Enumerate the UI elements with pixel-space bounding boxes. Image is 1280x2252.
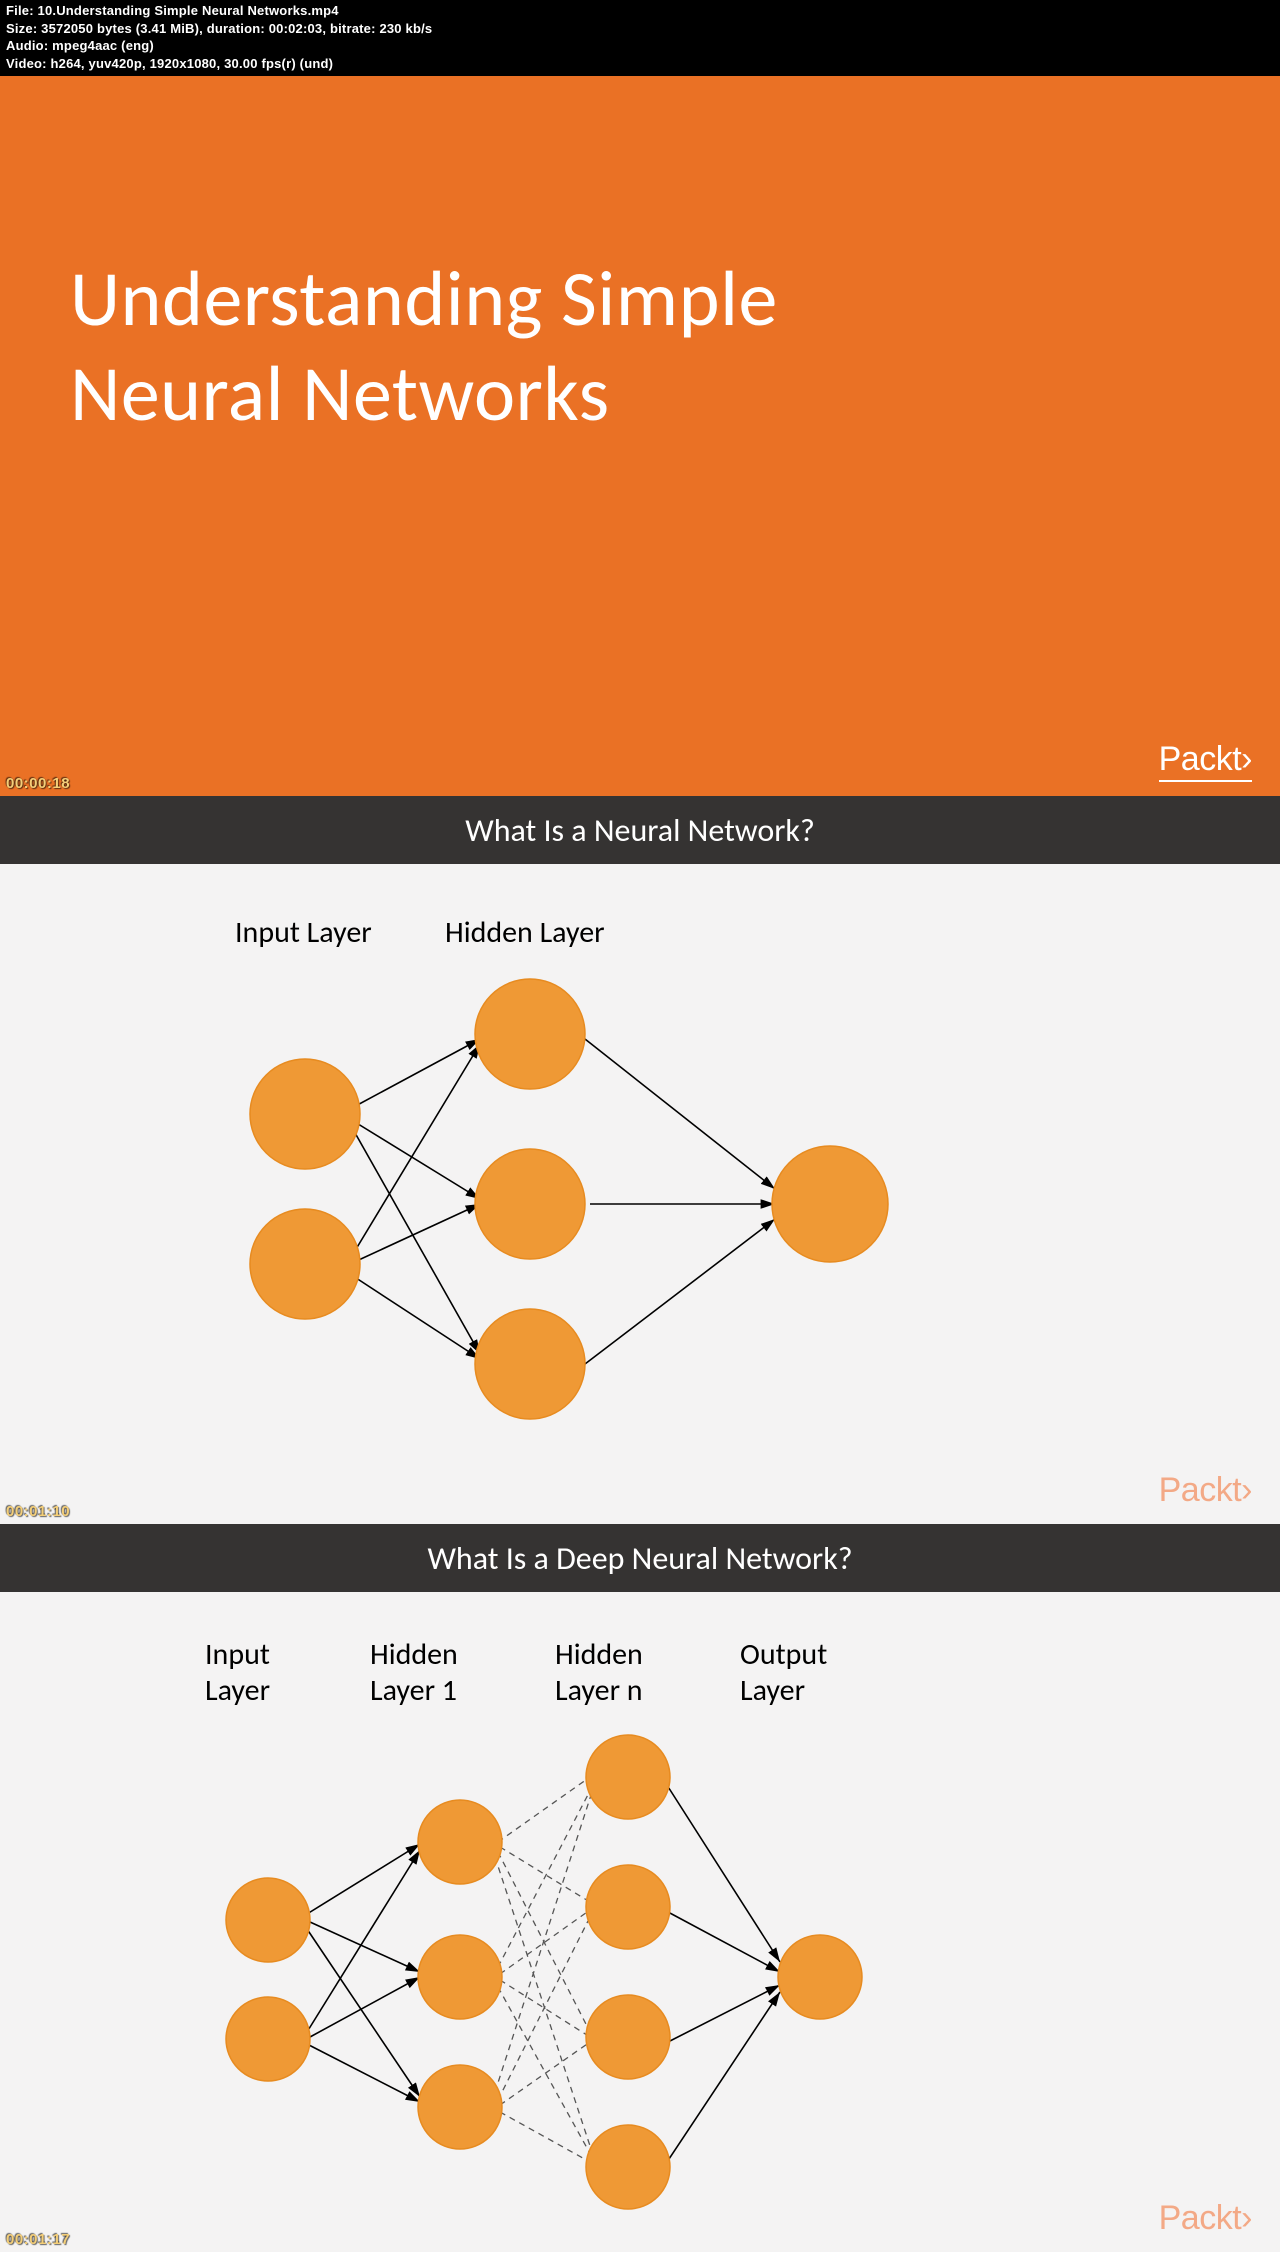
section2-text: What Is a Deep Neural Network? — [427, 1539, 852, 1578]
edge — [350, 1204, 480, 1264]
hidden1-node — [418, 1800, 502, 1884]
meta-file: File: 10.Understanding Simple Neural Net… — [6, 2, 1274, 20]
hidden-node — [475, 1309, 585, 1419]
edge — [307, 1844, 420, 1914]
packt-text: Packt — [1159, 740, 1242, 778]
edge-dashed — [500, 2042, 590, 2105]
edge-dashed — [498, 1917, 590, 2100]
label-input-l1: Input — [205, 1636, 270, 1673]
packt-logo: Packt› — [1159, 1471, 1252, 1510]
edge-dashed — [498, 1777, 590, 1842]
input-node — [250, 1059, 360, 1169]
title-line2: Neural Networks — [70, 346, 610, 441]
edge — [350, 1039, 480, 1109]
edge — [310, 1922, 420, 1972]
packt-text: Packt — [1159, 2199, 1242, 2237]
section-heading-1: What Is a Neural Network? — [0, 796, 1280, 864]
edge — [585, 1219, 775, 1364]
edge — [350, 1274, 480, 1359]
title-line1: Understanding Simple — [70, 251, 778, 346]
label-h1-l1: Hidden — [370, 1636, 458, 1673]
packt-glyph: › — [1241, 740, 1252, 778]
edge — [665, 1782, 780, 1962]
simple-nn-diagram: Input Layer Hidden Layer Packt› 00:01:10 — [0, 864, 1280, 1524]
label-input-layer: Input Layer — [235, 914, 372, 951]
hidden-node — [475, 979, 585, 1089]
hiddenn-node — [586, 2125, 670, 2209]
edge — [350, 1044, 480, 1259]
timestamp-3: 00:01:17 — [6, 2231, 70, 2248]
deep-nn-svg: Input Layer Hidden Layer 1 Hidden Layer … — [0, 1592, 1280, 2252]
meta-size: Size: 3572050 bytes (3.41 MiB), duration… — [6, 20, 1274, 38]
label-out-l2: Layer — [740, 1672, 805, 1709]
label-hidden-layer: Hidden Layer — [445, 914, 605, 951]
hiddenn-node — [586, 1865, 670, 1949]
hidden-node — [475, 1149, 585, 1259]
title-slide: Understanding Simple Neural Networks Pac… — [0, 76, 1280, 796]
section1-text: What Is a Neural Network? — [465, 811, 815, 850]
hidden1-node — [418, 1935, 502, 2019]
edge-dashed — [495, 1857, 592, 2152]
packt-glyph: › — [1241, 2199, 1252, 2237]
edge-dashed — [500, 2112, 590, 2162]
label-input-l2: Layer — [205, 1672, 270, 1709]
label-hn-l1: Hidden — [555, 1636, 643, 1673]
slide-title-text: Understanding Simple Neural Networks — [0, 76, 1280, 441]
input-node — [226, 1997, 310, 2081]
edge — [665, 1992, 780, 2165]
edge — [668, 1912, 780, 1972]
output-node — [772, 1146, 888, 1262]
meta-audio: Audio: mpeg4aac (eng) — [6, 37, 1274, 55]
file-metadata-bar: File: 10.Understanding Simple Neural Net… — [0, 0, 1280, 76]
label-h1-l2: Layer 1 — [370, 1672, 457, 1709]
packt-logo: Packt› — [1159, 2199, 1252, 2238]
meta-video: Video: h264, yuv420p, 1920x1080, 30.00 f… — [6, 55, 1274, 73]
label-out-l1: Output — [740, 1636, 827, 1673]
edge-dashed — [498, 1987, 592, 2157]
timestamp-2: 00:01:10 — [6, 1503, 70, 1520]
deep-nn-diagram: Input Layer Hidden Layer 1 Hidden Layer … — [0, 1592, 1280, 2252]
packt-text: Packt — [1159, 1471, 1242, 1509]
input-node — [226, 1878, 310, 1962]
hidden1-node — [418, 2065, 502, 2149]
simple-nn-svg: Input Layer Hidden Layer — [0, 864, 1280, 1524]
edge-dashed — [500, 1847, 590, 1902]
edge — [585, 1039, 775, 1189]
section-heading-2: What Is a Deep Neural Network? — [0, 1524, 1280, 1592]
label-hn-l2: Layer n — [555, 1672, 643, 1709]
edge — [307, 1929, 420, 2097]
packt-glyph: › — [1241, 1471, 1252, 1509]
hiddenn-node — [586, 1995, 670, 2079]
edge-dashed — [500, 1910, 590, 1974]
edge — [310, 1977, 420, 2037]
hiddenn-node — [586, 1735, 670, 1819]
edge — [668, 1985, 780, 2042]
output-node — [778, 1935, 862, 2019]
timestamp-1: 00:00:18 — [6, 775, 70, 792]
edge — [307, 1850, 420, 2032]
input-node — [250, 1209, 360, 1319]
packt-logo: Packt› — [1159, 740, 1252, 782]
